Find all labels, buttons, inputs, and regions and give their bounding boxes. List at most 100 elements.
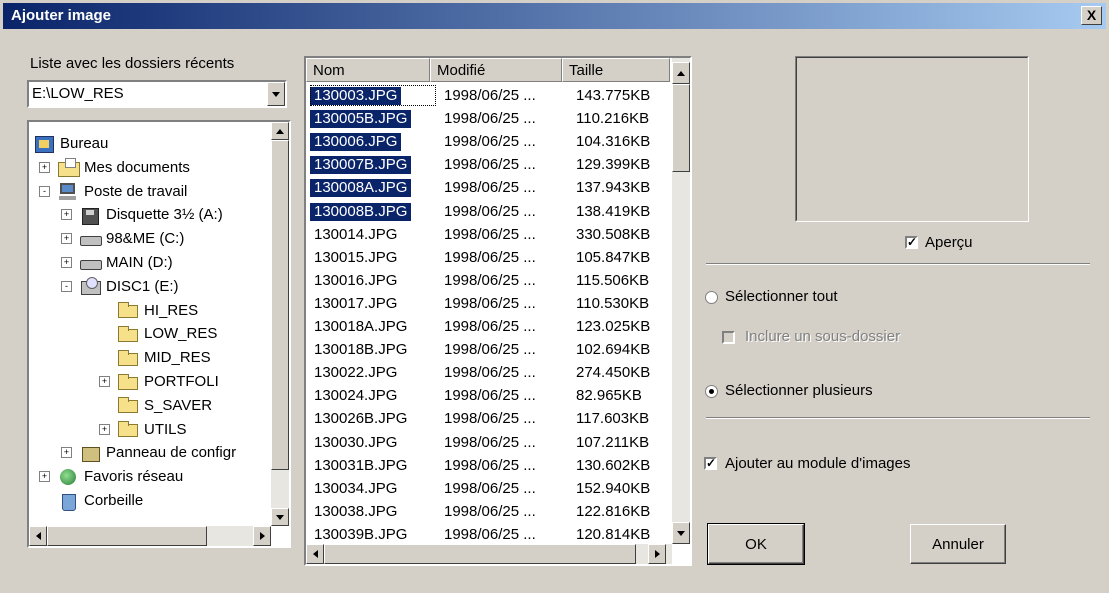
file-size: 117.603KB bbox=[576, 410, 650, 428]
file-row[interactable]: 130007B.JPG 1998/06/25 ... 129.399KB bbox=[306, 155, 672, 176]
select-all-label[interactable]: Sélectionner tout bbox=[725, 288, 838, 305]
tree-scroll-right-button[interactable] bbox=[253, 526, 271, 546]
file-row[interactable]: 130008B.JPG 1998/06/25 ... 138.419KB bbox=[306, 202, 672, 223]
file-row[interactable]: 130017.JPG 1998/06/25 ... 110.530KB bbox=[306, 294, 672, 315]
recent-folders-dropdown-button[interactable] bbox=[267, 82, 285, 106]
my-documents-icon bbox=[57, 158, 80, 178]
file-row[interactable]: 130039B.JPG 1998/06/25 ... 120.814KB bbox=[306, 525, 672, 546]
file-modified: 1998/06/25 ... bbox=[444, 248, 536, 266]
tree-item[interactable]: Panneau de configr bbox=[79, 441, 236, 464]
tree-item[interactable]: PORTFOLI bbox=[117, 370, 219, 393]
expand-icon[interactable]: + bbox=[61, 447, 72, 459]
folder-icon bbox=[117, 373, 139, 391]
preview-checkbox[interactable]: ✓ bbox=[905, 236, 918, 249]
files-hscroll-thumb[interactable] bbox=[324, 544, 636, 564]
tree-item-label: MAIN (D:) bbox=[106, 254, 173, 271]
file-row[interactable]: 130030.JPG 1998/06/25 ... 107.211KB bbox=[306, 433, 672, 454]
files-scroll-left-button[interactable] bbox=[306, 544, 324, 564]
file-row[interactable]: 130016.JPG 1998/06/25 ... 115.506KB bbox=[306, 271, 672, 292]
tree-item[interactable]: LOW_RES bbox=[117, 322, 217, 345]
file-modified: 1998/06/25 ... bbox=[444, 525, 536, 543]
tree-item[interactable]: UTILS bbox=[117, 418, 187, 441]
expand-icon[interactable]: + bbox=[61, 257, 72, 268]
file-row[interactable]: 130018B.JPG 1998/06/25 ... 102.694KB bbox=[306, 340, 672, 361]
arrow-left-icon bbox=[312, 550, 318, 558]
collapse-icon[interactable]: - bbox=[61, 280, 72, 292]
file-size: 143.775KB bbox=[576, 87, 651, 104]
tree-hscroll-thumb[interactable] bbox=[47, 526, 207, 546]
select-multiple-radio[interactable] bbox=[705, 385, 718, 398]
tree-vertical-scrollbar[interactable] bbox=[271, 122, 289, 526]
expand-icon[interactable]: + bbox=[61, 233, 72, 245]
close-icon: X bbox=[1086, 7, 1097, 23]
file-row[interactable]: 130034.JPG 1998/06/25 ... 152.940KB bbox=[306, 479, 672, 500]
folder-tree[interactable]: Bureau + Mes documents - Poste de travail + Di… bbox=[27, 120, 291, 548]
tree-item[interactable]: Corbeille bbox=[57, 489, 143, 512]
tree-item[interactable]: Favoris réseau bbox=[57, 465, 183, 488]
file-row[interactable]: 130026B.JPG 1998/06/25 ... 117.603KB bbox=[306, 409, 672, 430]
file-row[interactable]: 130005B.JPG 1998/06/25 ... 110.216KB bbox=[306, 109, 672, 130]
floppy-icon bbox=[79, 206, 101, 225]
files-scroll-up-button[interactable] bbox=[672, 62, 690, 84]
file-name: 130006.JPG bbox=[310, 133, 402, 152]
tree-item[interactable]: 98&ME (C:) bbox=[79, 227, 184, 250]
tree-item[interactable]: Disquette 3½ (A:) bbox=[79, 203, 223, 226]
expand-icon[interactable]: + bbox=[61, 209, 72, 221]
file-size: 274.450KB bbox=[576, 364, 651, 382]
column-header-name[interactable]: Nom bbox=[306, 58, 430, 82]
file-row[interactable]: 130008A.JPG 1998/06/25 ... 137.943KB bbox=[306, 178, 672, 199]
column-header-modified[interactable]: Modifié bbox=[430, 58, 562, 82]
file-modified: 1998/06/25 ... bbox=[444, 318, 536, 335]
files-scroll-down-button[interactable] bbox=[672, 522, 690, 544]
close-button[interactable]: X bbox=[1081, 6, 1102, 25]
file-row[interactable]: 130038.JPG 1998/06/25 ... 122.816KB bbox=[306, 502, 672, 523]
title-bar[interactable]: Ajouter image X bbox=[3, 3, 1106, 29]
separator-bottom bbox=[706, 417, 1090, 419]
tree-item[interactable]: MID_RES bbox=[117, 346, 211, 369]
file-list[interactable]: Nom Modifié Taille 130003.JPG 1998/06/25 … bbox=[304, 56, 692, 566]
preview-label[interactable]: Aperçu bbox=[925, 234, 973, 251]
expand-icon[interactable]: + bbox=[39, 161, 50, 173]
ok-button[interactable]: OK bbox=[707, 523, 805, 565]
files-scroll-thumb[interactable] bbox=[672, 84, 690, 172]
column-header-size[interactable]: Taille bbox=[562, 58, 670, 82]
tree-item[interactable]: Poste de travail bbox=[57, 180, 187, 203]
recent-folders-combo[interactable]: E:\LOW_RES bbox=[27, 80, 287, 108]
file-row[interactable]: 130015.JPG 1998/06/25 ... 105.847KB bbox=[306, 248, 672, 269]
tree-item[interactable]: HI_RES bbox=[117, 299, 198, 322]
file-row[interactable]: 130014.JPG 1998/06/25 ... 330.508KB bbox=[306, 225, 672, 246]
recent-folders-label: Liste avec les dossiers récents bbox=[30, 55, 235, 72]
tree-item[interactable]: Bureau bbox=[33, 132, 108, 155]
tree-scroll-up-button[interactable] bbox=[271, 122, 289, 140]
tree-item[interactable]: DISC1 (E:) bbox=[79, 275, 179, 298]
expand-icon[interactable]: + bbox=[99, 423, 110, 435]
file-row[interactable]: 130006.JPG 1998/06/25 ... 104.316KB bbox=[306, 132, 672, 153]
file-size: 137.943KB bbox=[576, 179, 651, 197]
expand-icon[interactable]: + bbox=[39, 471, 50, 483]
cancel-button[interactable]: Annuler bbox=[910, 524, 1006, 564]
files-scroll-right-button[interactable] bbox=[648, 544, 666, 564]
select-multiple-label[interactable]: Sélectionner plusieurs bbox=[725, 382, 873, 399]
file-row[interactable]: 130022.JPG 1998/06/25 ... 274.450KB bbox=[306, 363, 672, 384]
tree-item-label: S_SAVER bbox=[144, 396, 213, 414]
file-row[interactable]: 130031B.JPG 1998/06/25 ... 130.602KB bbox=[306, 456, 672, 477]
add-to-module-label[interactable]: Ajouter au module d'images bbox=[725, 455, 910, 472]
tree-scroll-thumb[interactable] bbox=[271, 140, 289, 470]
add-to-module-checkbox[interactable]: ✓ bbox=[704, 457, 717, 470]
cd-drive-icon bbox=[79, 277, 101, 296]
tree-scroll-left-button[interactable] bbox=[29, 526, 47, 546]
file-row[interactable]: 130018A.JPG 1998/06/25 ... 123.025KB bbox=[306, 317, 672, 338]
tree-item[interactable]: S_SAVER bbox=[117, 394, 212, 417]
tree-item-label: 98&ME (C:) bbox=[106, 230, 185, 248]
tree-scroll-down-button[interactable] bbox=[271, 508, 289, 526]
arrow-right-icon bbox=[654, 550, 660, 558]
tree-item[interactable]: MAIN (D:) bbox=[79, 251, 173, 274]
files-horizontal-scrollbar[interactable] bbox=[306, 544, 672, 564]
select-all-radio[interactable] bbox=[705, 291, 718, 304]
expand-icon[interactable]: + bbox=[99, 376, 110, 387]
tree-horizontal-scrollbar[interactable] bbox=[29, 526, 271, 546]
files-vertical-scrollbar[interactable] bbox=[672, 58, 690, 544]
tree-item[interactable]: Mes documents bbox=[57, 156, 190, 179]
collapse-icon[interactable]: - bbox=[39, 185, 50, 197]
file-row[interactable]: 130024.JPG 1998/06/25 ... 82.965KB bbox=[306, 386, 672, 407]
